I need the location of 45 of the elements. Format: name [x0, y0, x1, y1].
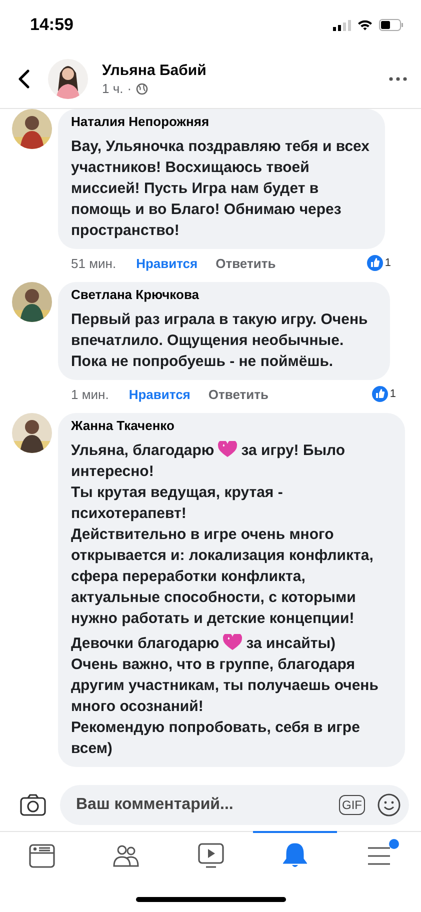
comment-time: 1 мин.	[71, 386, 109, 402]
poster-name[interactable]: Ульяна Бабий	[102, 62, 375, 79]
comment-text: Ульяна, благодарю	[71, 442, 214, 459]
comment-text: Первый раз играла в такую игру. Очень впечатлило. Ощущения необычные. Пока не попробуешь - не поймёшь.	[71, 311, 368, 370]
reaction-count: 1	[384, 257, 391, 269]
people-icon	[113, 844, 140, 868]
back-icon[interactable]	[18, 69, 30, 89]
comment-text: за игру! Было	[241, 442, 346, 459]
separator-dot: ·	[127, 81, 132, 96]
wifi-icon	[357, 19, 373, 31]
camera-icon[interactable]	[20, 794, 46, 816]
video-icon	[198, 842, 224, 868]
menu-icon	[366, 846, 391, 866]
bell-icon	[282, 842, 307, 868]
reply-link[interactable]: Ответить	[208, 386, 268, 402]
more-icon[interactable]	[389, 77, 407, 81]
comment-time: 51 мин.	[71, 256, 116, 270]
like-link[interactable]: Нравится	[128, 386, 190, 402]
comment-text: Ты крутая ведущая, крутая - психотерапевт!	[71, 484, 283, 522]
globe-icon	[136, 82, 148, 94]
comment-text: интересно!	[71, 463, 154, 480]
emoji-icon[interactable]	[377, 793, 401, 817]
feed-icon	[29, 844, 56, 868]
heart-icon	[223, 634, 242, 651]
reaction-count: 1	[390, 388, 396, 400]
comment-text: Девочки благодарю	[71, 635, 220, 652]
comment-author[interactable]: Наталия Непорожняя	[71, 114, 372, 129]
like-link[interactable]: Нравится	[136, 256, 198, 270]
thumbs-up-icon	[370, 385, 389, 403]
thumbs-up-icon	[366, 254, 384, 272]
gif-button[interactable]: GIF	[339, 795, 365, 815]
comment-text: за инсайты)	[246, 635, 336, 652]
comment-text: Вау, Ульяночка поздравляю тебя и всех участников! Восхищаюсь твоей миссией! Пусть Игра нам будет в помощь и во Благо! Обнимаю через пространство!	[71, 138, 370, 239]
comment-text: Рекомендую попробовать, себя в игре всем)	[71, 719, 360, 757]
heart-icon	[218, 441, 238, 458]
comment-author[interactable]: Жанна Ткаченко	[71, 418, 392, 433]
status-time: 14:59	[30, 15, 74, 35]
battery-icon	[379, 19, 404, 31]
signal-icon	[333, 20, 351, 30]
comment-field[interactable]: Ваш комментарий... GIF	[60, 785, 409, 825]
comment-text: Действительно в игре очень много открывается и: локализация конфликта, сфера переработки конфликта, актуальные способности, с которыми нужно работать и детские концепции!	[71, 526, 374, 627]
reply-link[interactable]: Ответить	[216, 256, 276, 270]
comment-text: Очень важно, что в группе, благодаря другим участникам, ты получаешь очень много осознаний!	[71, 656, 378, 715]
post-time: 1 ч.	[102, 81, 124, 96]
comment-author[interactable]: Светлана Крючкова	[71, 287, 377, 302]
